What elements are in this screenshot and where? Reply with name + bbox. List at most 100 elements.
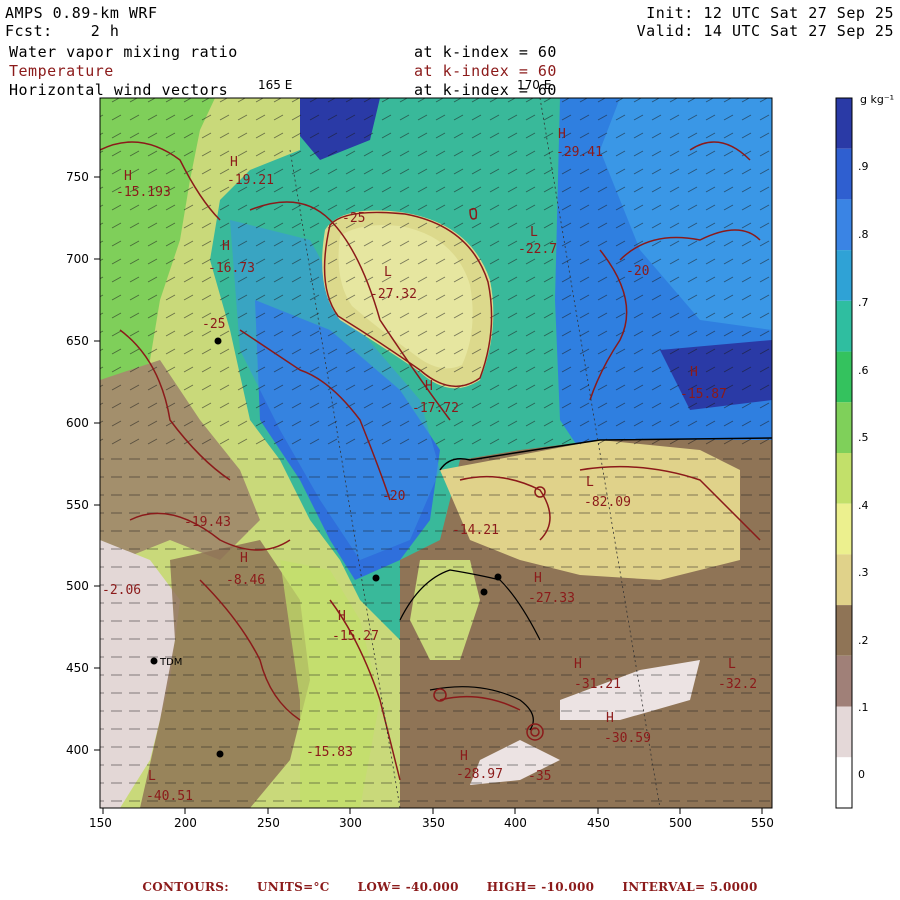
temp-value: -27.32 [370, 287, 417, 302]
temp-value: -16.73 [208, 261, 255, 276]
colorbar-bin [836, 605, 852, 656]
temp-value: -25 [342, 211, 365, 226]
colorbar-label: .4 [858, 499, 869, 512]
colorbar-bin [836, 655, 852, 707]
temp-value: -20 [626, 264, 649, 279]
colorbar-bin [836, 503, 852, 555]
temp-value: -25 [202, 317, 225, 332]
colorbar-label: .7 [858, 296, 869, 309]
colorbar-bin [836, 98, 852, 149]
station-marker [216, 750, 224, 758]
contour-interval: INTERVAL= 5.0000 [622, 880, 758, 894]
temp-value: -32.2 [718, 677, 757, 692]
temp-value: -82.09 [584, 495, 631, 510]
station-marker [480, 588, 488, 596]
x-tick-label: 550 [751, 816, 774, 830]
colorbar-bin [836, 250, 852, 301]
colorbar-unit: g kg⁻¹ [860, 93, 895, 106]
temp-value: -15.193 [116, 185, 171, 200]
temp-kind: H [230, 155, 238, 170]
y-tick-label: 750 [66, 170, 89, 184]
station-marker [150, 657, 158, 665]
temp-kind: L [586, 475, 594, 490]
colorbar-label: .9 [858, 160, 869, 173]
temp-value: -40.51 [146, 789, 193, 804]
colorbar-bin [836, 300, 852, 352]
temp-kind: H [124, 169, 132, 184]
station-marker [494, 573, 502, 581]
colorbar [836, 98, 852, 808]
temp-kind: L [728, 657, 736, 672]
temp-value: -15.87 [680, 387, 727, 402]
x-tick-label: 500 [669, 816, 692, 830]
temp-kind: H [558, 127, 566, 142]
temp-value: -15.83 [306, 745, 353, 760]
y-tick-label: 700 [66, 252, 89, 266]
colorbar-label: .6 [858, 364, 869, 377]
contour-title: CONTOURS: [142, 880, 229, 894]
temp-value: -22.7 [518, 242, 557, 257]
x-tick-label: 450 [587, 816, 610, 830]
colorbar-label: .5 [858, 431, 869, 444]
station-marker [372, 574, 380, 582]
x-tick-label: 300 [339, 816, 362, 830]
temp-value: -17.72 [412, 401, 459, 416]
temp-kind: H [222, 239, 230, 254]
temp-value: -2.06 [102, 583, 141, 598]
temp-value: -28.97 [456, 767, 503, 782]
temp-value: -29.41 [556, 145, 603, 160]
temp-kind: H [690, 365, 698, 380]
y-tick-label: 450 [66, 661, 89, 675]
contour-units: UNITS=°C [256, 880, 330, 894]
temp-value: -20 [382, 489, 405, 504]
contour-info: CONTOURS: UNITS=°C LOW= -40.000 HIGH= -10.0… [0, 880, 900, 894]
colorbar-bin [836, 757, 852, 808]
colorbar-bin [836, 351, 852, 403]
temp-value: -19.43 [184, 515, 231, 530]
station-marker [214, 337, 222, 345]
temp-value: -14.21 [452, 523, 499, 538]
y-tick-label: 650 [66, 334, 89, 348]
contour-high: HIGH= -10.000 [486, 880, 595, 894]
temp-kind: L [148, 769, 156, 784]
temp-value: -30.59 [604, 731, 651, 746]
temp-value: -19.21 [227, 173, 274, 188]
x-axis-ticks [102, 808, 763, 814]
temp-kind: H [606, 711, 614, 726]
y-tick-label: 400 [66, 743, 89, 757]
colorbar-bin [836, 453, 852, 504]
temp-value: -8.46 [226, 573, 265, 588]
x-tick-label: 350 [422, 816, 445, 830]
y-tick-label: 500 [66, 579, 89, 593]
temp-value: -15.27 [332, 629, 379, 644]
x-tick-label: 200 [174, 816, 197, 830]
temp-kind: L [530, 225, 538, 240]
temp-value: -31.21 [574, 677, 621, 692]
colorbar-label: 0 [858, 768, 865, 781]
colorbar-bin [836, 402, 852, 453]
colorbar-bin [836, 148, 852, 200]
y-tick-label: 550 [66, 498, 89, 512]
temp-value: -27.33 [528, 591, 575, 606]
colorbar-label: .1 [858, 701, 869, 714]
map-figure: TDM H -29.41 H -19.21 H -15.193 -25 L -2… [94, 97, 853, 814]
colorbar-bin [836, 706, 852, 758]
colorbar-bin [836, 554, 852, 606]
station-label-tdm: TDM [159, 657, 182, 668]
contour-low: LOW= -40.000 [357, 880, 459, 894]
colorbar-label: .2 [858, 634, 869, 647]
colorbar-label: .3 [858, 566, 869, 579]
x-tick-label: 250 [257, 816, 280, 830]
temp-kind: H [574, 657, 582, 672]
temp-value: -35 [528, 769, 551, 784]
map-panel: TDM H -29.41 H -19.21 H -15.193 -25 L -2… [100, 98, 772, 808]
temp-kind: H [534, 571, 542, 586]
colorbar-label: .8 [858, 228, 869, 241]
x-tick-label: 150 [89, 816, 112, 830]
temp-kind: H [240, 551, 248, 566]
temp-kind: L [384, 265, 392, 280]
colorbar-bin [836, 199, 852, 251]
y-tick-label: 600 [66, 416, 89, 430]
wind-vectors-north [100, 98, 772, 448]
temp-kind: H [338, 609, 346, 624]
